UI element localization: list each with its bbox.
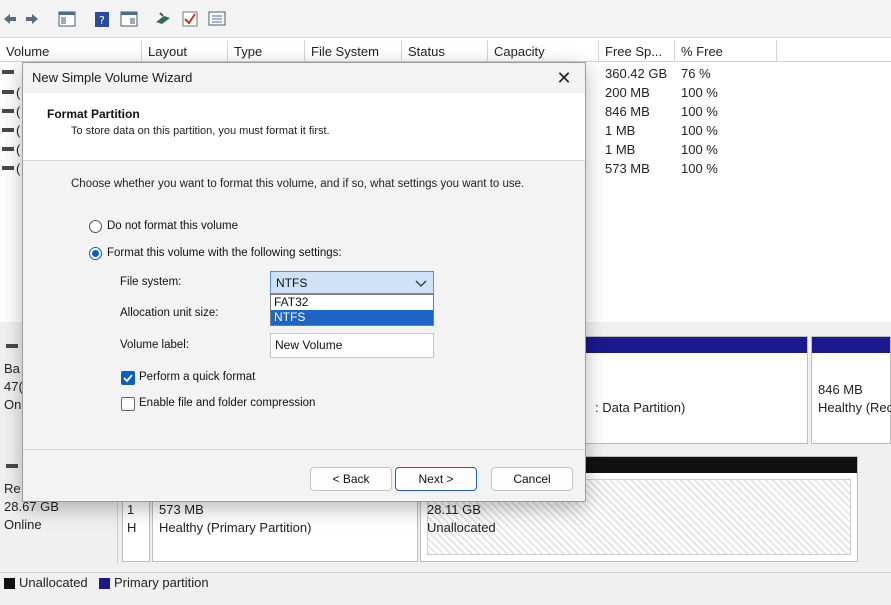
no-format-radio[interactable]: [89, 220, 102, 233]
volume-name: (: [16, 104, 21, 119]
partition-size: 1: [127, 502, 135, 517]
compression-checkbox[interactable]: [121, 397, 135, 411]
toolbar: ?: [0, 0, 891, 38]
allocation-unit-label: Allocation unit size:: [120, 307, 219, 319]
drive-icon: [2, 128, 14, 132]
dropdown-option-ntfs[interactable]: NTFS: [271, 310, 433, 325]
disk-icon: [6, 344, 18, 348]
partition-size: 846 MB: [818, 382, 863, 397]
column-header-volume[interactable]: Volume: [0, 40, 142, 62]
back-arrow-icon[interactable]: [2, 10, 18, 28]
format-label[interactable]: Format this volume with the following se…: [107, 247, 342, 259]
partition-status: : Data Partition): [595, 400, 686, 415]
volume-name: (: [16, 161, 21, 176]
free-space-cell: 200 MB: [605, 85, 650, 100]
legend: Unallocated Primary partition: [0, 572, 891, 592]
drive-icon: [2, 90, 14, 94]
list-view-icon[interactable]: [208, 10, 226, 28]
partition-bar: [812, 337, 890, 353]
free-space-cell: 846 MB: [605, 104, 650, 119]
quick-format-checkbox[interactable]: [121, 371, 135, 385]
legend-swatch-unallocated: [4, 578, 15, 589]
disk-0-partition-recovery[interactable]: 846 MB Healthy (Rec: [811, 336, 891, 444]
partition-status: Healthy (Primary Partition): [159, 520, 312, 535]
wizard-heading: Format Partition: [47, 107, 140, 121]
file-system-select[interactable]: NTFS: [270, 271, 434, 294]
new-simple-volume-wizard: New Simple Volume Wizard ✕ Format Partit…: [22, 62, 586, 502]
free-space-cell: 1 MB: [605, 123, 636, 138]
column-header-type[interactable]: Type: [228, 40, 305, 62]
disk-connect-icon[interactable]: [154, 10, 172, 28]
drive-icon: [2, 109, 14, 113]
file-system-dropdown: FAT32 NTFS: [270, 294, 434, 326]
next-button[interactable]: Next >: [395, 467, 477, 491]
partition-size: 28.11 GB: [427, 502, 481, 517]
cancel-button[interactable]: Cancel: [491, 467, 573, 491]
console-tree-icon[interactable]: [58, 10, 76, 28]
column-header-layout[interactable]: Layout: [142, 40, 228, 62]
close-icon[interactable]: ✕: [553, 67, 575, 89]
partition-status: Healthy (Rec: [818, 400, 891, 415]
volume-list-header: Volume Layout Type File System Status Ca…: [0, 40, 891, 62]
chevron-down-icon: [415, 280, 427, 287]
percent-free-cell: 100 %: [681, 161, 718, 176]
file-system-label: File system:: [120, 276, 182, 288]
file-system-value: NTFS: [276, 276, 308, 290]
free-space-cell: 360.42 GB: [605, 66, 668, 81]
column-header-percent-free[interactable]: % Free: [675, 40, 777, 62]
back-button[interactable]: < Back: [310, 467, 392, 491]
volume-label-input[interactable]: New Volume: [270, 333, 434, 358]
no-format-label[interactable]: Do not format this volume: [107, 220, 238, 232]
wizard-body: Choose whether you want to format this v…: [23, 162, 585, 450]
legend-label-primary: Primary partition: [114, 575, 209, 590]
legend-swatch-primary: [99, 578, 110, 589]
disk-1-status: Online: [4, 517, 42, 532]
partition-status: Unallocated: [427, 520, 496, 535]
percent-free-cell: 100 %: [681, 142, 718, 157]
column-header-capacity[interactable]: Capacity: [488, 40, 599, 62]
disk-0-status: On: [4, 397, 22, 412]
format-radio[interactable]: [89, 247, 102, 260]
column-header-file-system[interactable]: File System: [305, 40, 402, 62]
column-header-status[interactable]: Status: [402, 40, 488, 62]
percent-free-cell: 100 %: [681, 123, 718, 138]
legend-label-unallocated: Unallocated: [19, 575, 88, 590]
drive-icon: [2, 147, 14, 151]
forward-arrow-icon[interactable]: [24, 10, 40, 28]
disk-0-size: 47(: [4, 379, 23, 394]
volume-label-label: Volume label:: [120, 339, 190, 351]
partition-bar: [561, 337, 807, 353]
svg-text:?: ?: [99, 14, 105, 27]
compression-label[interactable]: Enable file and folder compression: [139, 397, 315, 409]
help-icon[interactable]: ?: [94, 10, 110, 28]
wizard-instruction: Choose whether you want to format this v…: [71, 178, 525, 190]
percent-free-cell: 100 %: [681, 85, 718, 100]
disk-0-type: Ba: [4, 361, 20, 376]
column-header-free-space[interactable]: Free Sp...: [599, 40, 675, 62]
wizard-title: New Simple Volume Wizard: [32, 70, 193, 85]
partition-size: 573 MB: [159, 502, 204, 517]
checkmark-icon: [123, 374, 133, 383]
percent-free-cell: 76 %: [681, 66, 711, 81]
quick-format-label[interactable]: Perform a quick format: [139, 371, 255, 383]
free-space-cell: 573 MB: [605, 161, 650, 176]
dropdown-option-fat32[interactable]: FAT32: [271, 295, 433, 310]
disk-1-type: Re: [4, 481, 21, 496]
wizard-title-bar[interactable]: New Simple Volume Wizard ✕: [23, 63, 585, 93]
volume-name: (: [16, 85, 21, 100]
disk-icon: [6, 464, 18, 468]
drive-icon: [2, 166, 14, 170]
disk-0-partition-data[interactable]: : Data Partition): [560, 336, 808, 444]
wizard-header: Format Partition To store data on this p…: [23, 93, 585, 161]
percent-free-cell: 100 %: [681, 104, 718, 119]
volume-name: (: [16, 142, 21, 157]
properties-icon[interactable]: [120, 10, 138, 28]
volume-name: (: [16, 123, 21, 138]
partition-status: H: [127, 520, 137, 535]
check-icon[interactable]: [182, 10, 198, 28]
drive-icon: [2, 70, 14, 74]
free-space-cell: 1 MB: [605, 142, 636, 157]
wizard-subheading: To store data on this partition, you mus…: [71, 125, 330, 137]
